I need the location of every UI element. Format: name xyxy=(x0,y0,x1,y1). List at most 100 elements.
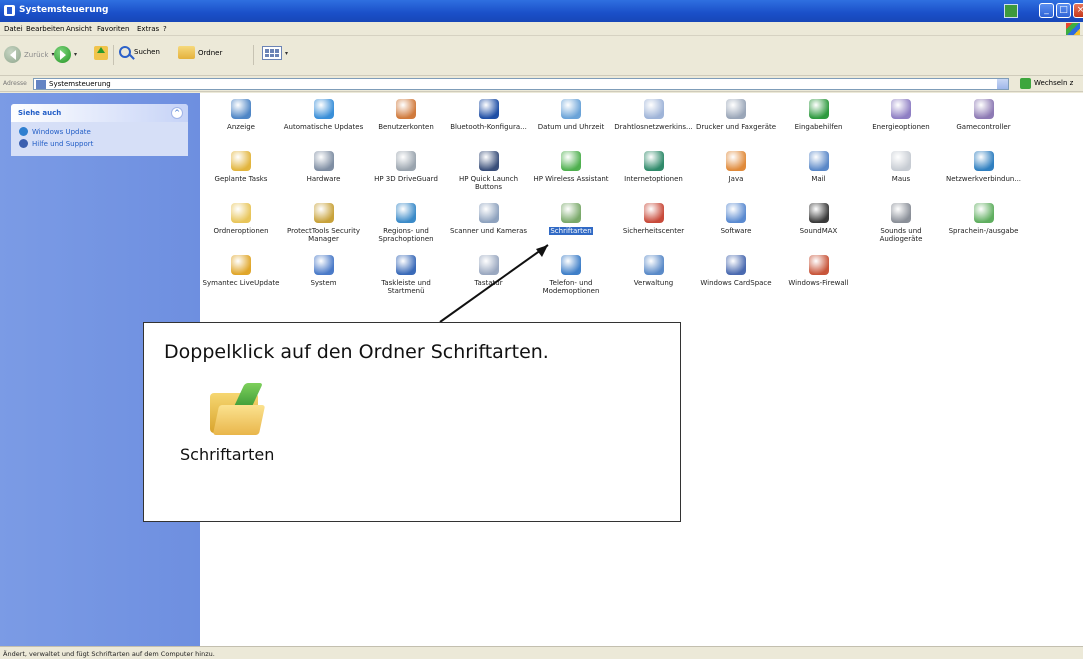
energieoptionen-icon xyxy=(891,99,911,119)
cp-item-benutzerkonten[interactable]: Benutzerkonten xyxy=(365,99,447,131)
cp-item-label: Drahtlosnetzwerkins... xyxy=(614,123,693,131)
cp-item-label: Ordneroptionen xyxy=(213,227,269,235)
cp-item-label: Windows-Firewall xyxy=(788,279,849,287)
folders-button[interactable]: Ordner xyxy=(178,46,222,59)
cp-item-windows-firewall[interactable]: Windows-Firewall xyxy=(778,255,860,287)
menu-view[interactable]: Ansicht xyxy=(66,25,92,33)
sicherheitscenter-icon xyxy=(643,203,664,223)
cp-item-hp-quick-launch-buttons[interactable]: HP Quick Launch Buttons xyxy=(448,151,530,191)
cp-item-label: Symantec LiveUpdate xyxy=(202,279,280,287)
software-icon xyxy=(726,203,746,223)
cp-item-label: Taskleiste und Startmenü xyxy=(381,279,431,295)
cp-item-taskleiste-und-startmen[interactable]: Taskleiste und Startmenü xyxy=(365,255,447,295)
scanner-und-kameras-icon xyxy=(478,203,499,223)
cp-item-hardware[interactable]: Hardware xyxy=(283,151,365,183)
forward-arrow-icon xyxy=(54,46,71,63)
taskleiste-und-startmen-icon xyxy=(396,255,416,275)
cp-item-internetoptionen[interactable]: Internetoptionen xyxy=(613,151,695,183)
datum-und-uhrzeit-icon xyxy=(561,99,581,119)
address-label: Adresse xyxy=(3,80,27,87)
cp-item-hp-wireless-assistant[interactable]: HP Wireless Assistant xyxy=(530,151,612,183)
cp-item-gamecontroller[interactable]: Gamecontroller xyxy=(943,99,1025,131)
menu-bar: Datei Bearbeiten Ansicht Favoriten Extra… xyxy=(0,22,1083,36)
cp-item-label: Internetoptionen xyxy=(624,175,683,183)
cp-item-soundmax[interactable]: SoundMAX xyxy=(778,203,860,235)
cp-item-datum-und-uhrzeit[interactable]: Datum und Uhrzeit xyxy=(530,99,612,131)
menu-edit[interactable]: Bearbeiten xyxy=(26,25,64,33)
control-panel-icon xyxy=(36,80,46,89)
cp-item-automatische-updates[interactable]: Automatische Updates xyxy=(283,99,365,131)
cp-item-geplante-tasks[interactable]: Geplante Tasks xyxy=(200,151,282,183)
windows-update-link[interactable]: Windows Update xyxy=(19,127,91,136)
cp-item-java[interactable]: Java xyxy=(695,151,777,183)
cp-item-verwaltung[interactable]: Verwaltung xyxy=(613,255,695,287)
help-support-link[interactable]: Hilfe und Support xyxy=(19,139,93,148)
menu-tools[interactable]: Extras xyxy=(137,25,159,33)
cp-item-windows-cardspace[interactable]: Windows CardSpace xyxy=(695,255,777,287)
views-button[interactable]: ▾ xyxy=(262,46,288,60)
hardware-icon xyxy=(313,151,334,171)
cp-item-eingabehilfen[interactable]: Eingabehilfen xyxy=(778,99,860,131)
cp-item-mail[interactable]: Mail xyxy=(778,151,860,183)
java-icon xyxy=(726,151,746,171)
cp-item-hp-3d-driveguard[interactable]: HP 3D DriveGuard xyxy=(365,151,447,183)
cp-item-software[interactable]: Software xyxy=(695,203,777,235)
cp-item-drucker-und-faxger-te[interactable]: Drucker und Faxgeräte xyxy=(695,99,777,131)
up-button[interactable] xyxy=(94,46,108,60)
cp-item-drahtlosnetzwerkins[interactable]: Drahtlosnetzwerkins... xyxy=(613,99,695,131)
cp-item-sounds-und-audioger-te[interactable]: Sounds und Audiogeräte xyxy=(860,203,942,243)
menu-favorites[interactable]: Favoriten xyxy=(97,25,129,33)
see-also-title: Siehe auch xyxy=(18,109,62,117)
cp-item-symantec-liveupdate[interactable]: Symantec LiveUpdate xyxy=(200,255,282,287)
cp-item-maus[interactable]: Maus xyxy=(860,151,942,183)
language-bar-icon[interactable] xyxy=(1004,4,1018,18)
menu-help[interactable]: ? xyxy=(163,25,167,33)
hp-wireless-assistant-icon xyxy=(561,151,581,171)
sounds-und-audioger-te-icon xyxy=(891,203,911,223)
cp-item-anzeige[interactable]: Anzeige xyxy=(200,99,282,131)
gamecontroller-icon xyxy=(973,99,994,119)
sprachein-ausgabe-icon xyxy=(973,203,994,223)
cp-item-tastatur[interactable]: Tastatur xyxy=(448,255,530,287)
cp-item-sprachein-ausgabe[interactable]: Sprachein-/ausgabe xyxy=(943,203,1025,235)
cp-item-schriftarten[interactable]: Schriftarten xyxy=(530,203,612,235)
cp-item-ordneroptionen[interactable]: Ordneroptionen xyxy=(200,203,282,235)
toolbar: Zurück ▾ ▾ Suchen Ordner ▾ xyxy=(0,36,1083,76)
address-input[interactable]: Systemsteuerung xyxy=(33,78,1009,90)
cp-item-bluetooth-konfigura[interactable]: Bluetooth-Konfigura... xyxy=(448,99,530,131)
cp-item-telefon-und-modemoptionen[interactable]: Telefon- und Modemoptionen xyxy=(530,255,612,295)
cp-item-protecttools-security-manager[interactable]: ProtectTools Security Manager xyxy=(283,203,365,243)
soundmax-icon xyxy=(808,203,829,223)
search-icon xyxy=(119,46,131,58)
search-button[interactable]: Suchen xyxy=(119,46,160,58)
collapse-icon[interactable]: ^ xyxy=(171,107,183,119)
address-dropdown-button[interactable] xyxy=(997,79,1008,89)
close-button[interactable]: × xyxy=(1073,3,1083,18)
maximize-button[interactable]: □ xyxy=(1056,3,1071,18)
cp-item-label: Schriftarten xyxy=(549,227,593,235)
fonts-folder-icon xyxy=(208,383,268,435)
go-arrow-icon[interactable] xyxy=(1020,78,1031,89)
automatische-updates-icon xyxy=(313,99,334,119)
views-icon xyxy=(262,46,282,60)
cp-item-scanner-und-kameras[interactable]: Scanner und Kameras xyxy=(448,203,530,235)
cp-item-netzwerkverbindun[interactable]: Netzwerkverbindun... xyxy=(943,151,1025,183)
chevron-down-icon: ▾ xyxy=(285,49,289,57)
menu-file[interactable]: Datei xyxy=(4,25,23,33)
cp-item-label: System xyxy=(310,279,337,287)
go-button[interactable]: Wechseln z xyxy=(1034,79,1073,87)
minimize-button[interactable]: _ xyxy=(1039,3,1054,18)
back-button[interactable]: Zurück ▾ xyxy=(4,46,54,63)
drahtlosnetzwerkins-icon xyxy=(643,99,664,119)
cp-item-system[interactable]: System xyxy=(283,255,365,287)
cp-item-sicherheitscenter[interactable]: Sicherheitscenter xyxy=(613,203,695,235)
cp-item-energieoptionen[interactable]: Energieoptionen xyxy=(860,99,942,131)
title-bar: Systemsteuerung _ □ × xyxy=(0,0,1083,22)
schriftarten-icon xyxy=(561,203,581,223)
cp-item-label: HP Wireless Assistant xyxy=(533,175,609,183)
windows-logo-icon xyxy=(1066,23,1080,35)
cp-item-regions-und-sprachoptionen[interactable]: Regions- und Sprachoptionen xyxy=(365,203,447,243)
see-also-header[interactable]: Siehe auch ^ xyxy=(11,104,188,122)
cp-item-label: Scanner und Kameras xyxy=(449,227,528,235)
forward-button[interactable]: ▾ xyxy=(54,46,77,63)
